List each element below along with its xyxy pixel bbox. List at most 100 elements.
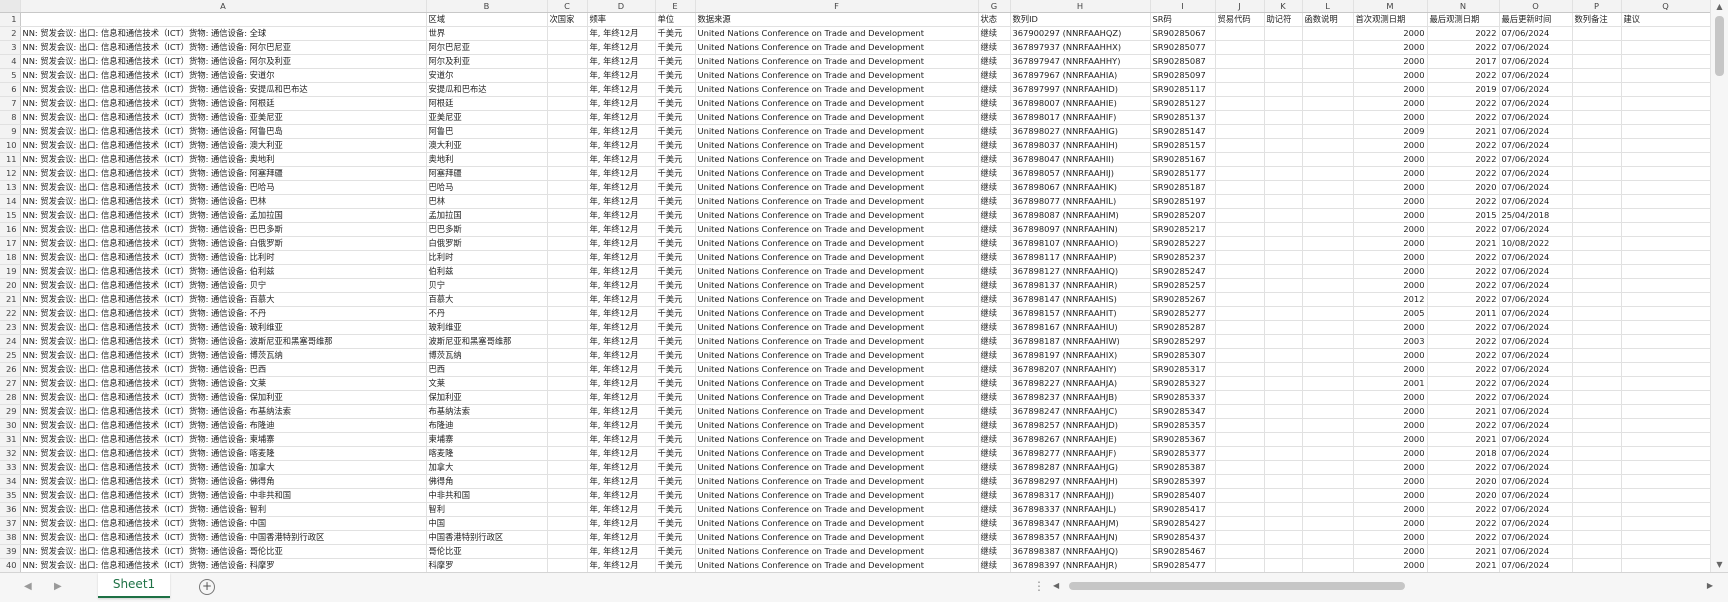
row-header[interactable]: 7 xyxy=(0,96,21,111)
cell[interactable]: SR90285467 xyxy=(1150,544,1216,559)
cell[interactable] xyxy=(1572,236,1622,251)
cell[interactable]: SR90285417 xyxy=(1150,502,1216,517)
cell[interactable]: 2000 xyxy=(1353,418,1428,433)
cell[interactable] xyxy=(1302,544,1354,559)
cell[interactable]: 区域 xyxy=(426,12,548,27)
cell[interactable]: 哥伦比亚 xyxy=(426,544,548,559)
cell[interactable]: NN: 贸发会议: 出口: 信息和通信技术（ICT）货物: 通信设备: 加拿大 xyxy=(20,460,427,475)
cell[interactable] xyxy=(1215,138,1265,153)
cell[interactable]: United Nations Conference on Trade and D… xyxy=(695,68,979,83)
cell[interactable]: 367898037 (NNRFAAHIH) xyxy=(1010,138,1151,153)
cell[interactable]: NN: 贸发会议: 出口: 信息和通信技术（ICT）货物: 通信设备: 阿尔巴尼… xyxy=(20,40,427,55)
cell[interactable]: 频率 xyxy=(587,12,656,27)
cell[interactable]: 367898187 (NNRFAAHIW) xyxy=(1010,334,1151,349)
cell[interactable] xyxy=(1621,418,1710,433)
cell[interactable]: 千美元 xyxy=(655,236,696,251)
cell[interactable]: 千美元 xyxy=(655,404,696,419)
cell[interactable] xyxy=(1215,208,1265,223)
cell[interactable]: 继续 xyxy=(978,250,1011,265)
cell[interactable]: 2000 xyxy=(1353,152,1428,167)
cell[interactable] xyxy=(1302,82,1354,97)
cell[interactable]: 2022 xyxy=(1427,348,1500,363)
cell[interactable]: 继续 xyxy=(978,474,1011,489)
cell[interactable]: SR90285477 xyxy=(1150,558,1216,572)
cell[interactable] xyxy=(1302,236,1354,251)
cell[interactable] xyxy=(1621,264,1710,279)
cell[interactable] xyxy=(1572,68,1622,83)
cell[interactable] xyxy=(1215,306,1265,321)
cell[interactable] xyxy=(1572,516,1622,531)
cell[interactable]: 数列备注 xyxy=(1572,12,1622,27)
cell[interactable] xyxy=(1621,180,1710,195)
cell[interactable]: 2022 xyxy=(1427,502,1500,517)
cell[interactable] xyxy=(547,404,588,419)
cell[interactable] xyxy=(1572,222,1622,237)
row-header[interactable]: 15 xyxy=(0,208,21,223)
cell[interactable]: 2021 xyxy=(1427,558,1500,572)
cell[interactable] xyxy=(547,68,588,83)
cell[interactable]: 年, 年终12月 xyxy=(587,530,656,545)
cell[interactable]: 07/06/2024 xyxy=(1499,250,1573,265)
cell[interactable]: NN: 贸发会议: 出口: 信息和通信技术（ICT）货物: 通信设备: 巴林 xyxy=(20,194,427,209)
cell[interactable]: United Nations Conference on Trade and D… xyxy=(695,278,979,293)
cell[interactable] xyxy=(547,516,588,531)
cell[interactable]: 2003 xyxy=(1353,334,1428,349)
cell[interactable]: United Nations Conference on Trade and D… xyxy=(695,558,979,572)
cell[interactable] xyxy=(1215,348,1265,363)
cell[interactable] xyxy=(1215,376,1265,391)
cell[interactable] xyxy=(1215,250,1265,265)
cell[interactable]: 千美元 xyxy=(655,68,696,83)
cell[interactable] xyxy=(1621,432,1710,447)
cell[interactable]: 千美元 xyxy=(655,446,696,461)
cell[interactable]: 阿尔巴尼亚 xyxy=(426,40,548,55)
cell[interactable] xyxy=(547,558,588,572)
column-header-n[interactable]: N xyxy=(1427,0,1500,13)
cell[interactable] xyxy=(1215,278,1265,293)
cell[interactable]: 继续 xyxy=(978,40,1011,55)
cell[interactable]: 波斯尼亚和黑塞哥维那 xyxy=(426,334,548,349)
cell[interactable]: 继续 xyxy=(978,502,1011,517)
cell[interactable]: SR90285227 xyxy=(1150,236,1216,251)
cell[interactable] xyxy=(1302,208,1354,223)
cell[interactable]: United Nations Conference on Trade and D… xyxy=(695,320,979,335)
cell[interactable]: 巴西 xyxy=(426,362,548,377)
cell[interactable]: 2000 xyxy=(1353,110,1428,125)
cell[interactable]: 2000 xyxy=(1353,96,1428,111)
cell[interactable]: 2022 xyxy=(1427,460,1500,475)
column-header-f[interactable]: F xyxy=(695,0,979,13)
cell[interactable]: 千美元 xyxy=(655,460,696,475)
row-header[interactable]: 21 xyxy=(0,292,21,307)
cell[interactable]: 布隆迪 xyxy=(426,418,548,433)
column-header-a[interactable]: A xyxy=(20,0,427,13)
cell[interactable] xyxy=(547,362,588,377)
cell[interactable]: NN: 贸发会议: 出口: 信息和通信技术（ICT）货物: 通信设备: 布基纳法… xyxy=(20,404,427,419)
cell[interactable]: 367897937 (NNRFAAHHX) xyxy=(1010,40,1151,55)
cell[interactable]: 继续 xyxy=(978,558,1011,572)
cell[interactable]: 继续 xyxy=(978,404,1011,419)
cell[interactable] xyxy=(1215,222,1265,237)
cell[interactable] xyxy=(1302,152,1354,167)
cell[interactable]: 2017 xyxy=(1427,54,1500,69)
cell[interactable] xyxy=(1572,390,1622,405)
cell[interactable]: SR90285377 xyxy=(1150,446,1216,461)
cell[interactable] xyxy=(1621,376,1710,391)
cell[interactable]: 367898107 (NNRFAAHIO) xyxy=(1010,236,1151,251)
cell[interactable]: 千美元 xyxy=(655,222,696,237)
cell[interactable] xyxy=(1215,418,1265,433)
cell[interactable] xyxy=(1264,558,1303,572)
cell[interactable] xyxy=(1572,208,1622,223)
cell[interactable]: 首次观测日期 xyxy=(1353,12,1428,27)
cell[interactable] xyxy=(1264,544,1303,559)
cell[interactable]: United Nations Conference on Trade and D… xyxy=(695,348,979,363)
cell[interactable] xyxy=(1621,502,1710,517)
cell[interactable] xyxy=(547,96,588,111)
column-header-m[interactable]: M xyxy=(1353,0,1428,13)
cell[interactable]: 07/06/2024 xyxy=(1499,432,1573,447)
cell[interactable]: SR90285157 xyxy=(1150,138,1216,153)
select-all-corner[interactable] xyxy=(0,0,21,13)
row-header[interactable]: 27 xyxy=(0,376,21,391)
cell[interactable]: 贝宁 xyxy=(426,278,548,293)
cell[interactable]: 千美元 xyxy=(655,334,696,349)
cell[interactable]: NN: 贸发会议: 出口: 信息和通信技术（ICT）货物: 通信设备: 布隆迪 xyxy=(20,418,427,433)
cell[interactable]: 2000 xyxy=(1353,264,1428,279)
